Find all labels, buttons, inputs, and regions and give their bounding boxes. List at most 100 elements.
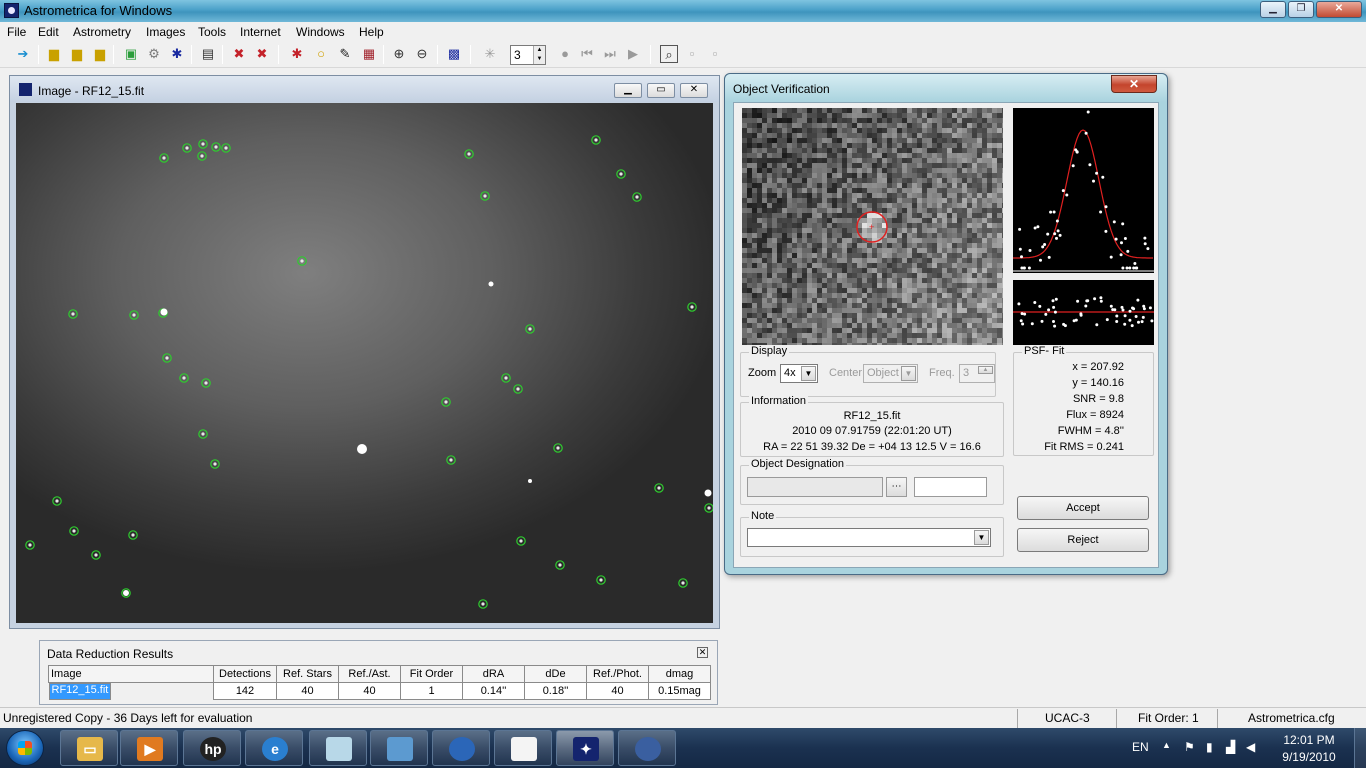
menu-file[interactable]: File (7, 25, 26, 39)
pen-icon[interactable]: ✎ (336, 45, 354, 63)
pixel (827, 283, 832, 288)
column-header[interactable]: Ref./Phot. (586, 665, 649, 683)
close-icon[interactable]: ✕ (697, 647, 708, 658)
start-button[interactable] (6, 730, 44, 766)
minimize-button[interactable]: ▁ (614, 83, 642, 98)
spin-down-icon[interactable]: ▼ (533, 55, 545, 64)
column-header[interactable]: dmag (648, 665, 711, 683)
network-icon[interactable]: ▟ (1226, 740, 1235, 754)
taskbar-google-earth[interactable] (432, 730, 490, 766)
taskbar-explorer[interactable]: ▭ (60, 730, 118, 766)
column-header[interactable]: Ref./Ast. (338, 665, 401, 683)
show-desktop-button[interactable] (1354, 728, 1366, 768)
note-select[interactable]: ▼ (747, 528, 991, 547)
minimize-button[interactable]: ▁ (1260, 1, 1286, 18)
column-header[interactable]: Detections (213, 665, 277, 683)
stars-icon[interactable]: ✱ (168, 45, 186, 63)
open-folder-icon[interactable]: ▆ (68, 45, 86, 63)
column-header[interactable]: Ref. Stars (276, 665, 339, 683)
next-icon[interactable]: ▶ (624, 45, 642, 63)
pixel (822, 238, 827, 243)
settings-icon[interactable]: ✳ (481, 45, 499, 63)
reject-button[interactable]: Reject (1017, 528, 1149, 552)
column-header[interactable]: dDe (524, 665, 587, 683)
stop-icon[interactable]: ● (556, 45, 574, 63)
save-icon[interactable]: ▤ (199, 45, 217, 63)
column-header[interactable]: dRA (462, 665, 525, 683)
pixel (962, 128, 967, 133)
pixel (842, 298, 847, 303)
table-cell[interactable]: RF12_15.fit (48, 683, 112, 700)
designation-field[interactable] (747, 477, 883, 497)
astronomical-image[interactable] (16, 103, 713, 623)
menu-edit[interactable]: Edit (38, 25, 59, 39)
menu-help[interactable]: Help (359, 25, 384, 39)
taskbar-pictures[interactable] (370, 730, 428, 766)
taskbar-notepad[interactable] (309, 730, 367, 766)
table-row[interactable]: RF12_15.fit 142 40 40 1 0.14'' 0.18'' 40… (48, 682, 711, 700)
close-button[interactable]: ✕ (1316, 1, 1362, 18)
menu-internet[interactable]: Internet (240, 25, 281, 39)
circle-icon[interactable]: ○ (312, 45, 330, 63)
spin-up-icon[interactable]: ▲ (533, 46, 545, 55)
column-header[interactable]: Fit Order (400, 665, 463, 683)
pixel (822, 123, 827, 128)
taskbar-document[interactable] (494, 730, 552, 766)
pixel (867, 328, 872, 333)
prev-icon[interactable]: ⏮ (578, 45, 596, 63)
volume-icon[interactable]: ◀ (1246, 740, 1255, 754)
zoom-out-icon[interactable]: ⊖ (413, 45, 431, 63)
frame-spinner[interactable]: 3 ▲ ▼ (510, 45, 546, 65)
battery-icon[interactable]: ▮ (1206, 740, 1213, 754)
zoom-select[interactable]: 4x ▼ (780, 364, 818, 383)
taskbar-astrometrica[interactable]: ✦ (556, 730, 614, 766)
taskbar-hp[interactable]: hp (183, 730, 241, 766)
menu-images[interactable]: Images (146, 25, 185, 39)
freq-spinner[interactable]: 3 ▲ (959, 364, 995, 383)
open-folder-icon[interactable]: ▆ (91, 45, 109, 63)
flag-icon[interactable]: ⚑ (1184, 740, 1195, 754)
pixel (862, 198, 867, 203)
view-icon[interactable]: ▫ (706, 45, 724, 63)
gear-icon[interactable]: ⚙ (145, 45, 163, 63)
language-indicator[interactable]: EN (1132, 740, 1149, 754)
magnify-icon[interactable]: ⌕ (660, 45, 678, 63)
spin-up-icon[interactable]: ▲ (978, 366, 993, 374)
maximize-button[interactable]: ▭ (647, 83, 675, 98)
column-header[interactable]: Image (48, 665, 214, 683)
menu-windows[interactable]: Windows (296, 25, 345, 39)
chevron-up-icon[interactable]: ▲ (1162, 740, 1171, 750)
zoom-in-icon[interactable]: ⊕ (390, 45, 408, 63)
pixel (927, 328, 932, 333)
taskbar-app[interactable] (618, 730, 676, 766)
restore-button[interactable]: ❐ (1288, 1, 1314, 18)
clock-date[interactable]: 9/19/2010 (1276, 750, 1342, 764)
center-select[interactable]: Object ▼ (863, 364, 918, 383)
pixel (857, 193, 862, 198)
taskbar-media[interactable]: ▶ (120, 730, 178, 766)
open-folder-icon[interactable]: ▆ (45, 45, 63, 63)
close-button[interactable]: ✕ (1111, 75, 1157, 93)
process-icon[interactable]: ▣ (122, 45, 140, 63)
pixel (897, 128, 902, 133)
menu-astrometry[interactable]: Astrometry (73, 25, 131, 39)
close-button[interactable]: ✕ (680, 83, 708, 98)
view-icon[interactable]: ▫ (683, 45, 701, 63)
track-icon[interactable]: ✖ (253, 45, 271, 63)
pixel (877, 328, 882, 333)
designation-number-field[interactable] (914, 477, 987, 497)
mark-icon[interactable]: ✱ (288, 45, 306, 63)
menu-tools[interactable]: Tools (198, 25, 226, 39)
browse-icon[interactable]: ⋯ (886, 477, 907, 497)
catalog-icon[interactable]: ▩ (445, 45, 463, 63)
clock-time[interactable]: 12:01 PM (1276, 733, 1342, 747)
arrow-right-icon[interactable]: ➔ (14, 45, 32, 63)
accept-button[interactable]: Accept (1017, 496, 1149, 520)
image-icon[interactable]: ▦ (360, 45, 378, 63)
object-cutout-image[interactable]: + (742, 108, 1003, 345)
pixel (842, 263, 847, 268)
play-icon[interactable]: ⏭ (601, 45, 619, 63)
taskbar-ie[interactable]: e (245, 730, 303, 766)
pixel (992, 153, 997, 158)
blink-icon[interactable]: ✖ (230, 45, 248, 63)
